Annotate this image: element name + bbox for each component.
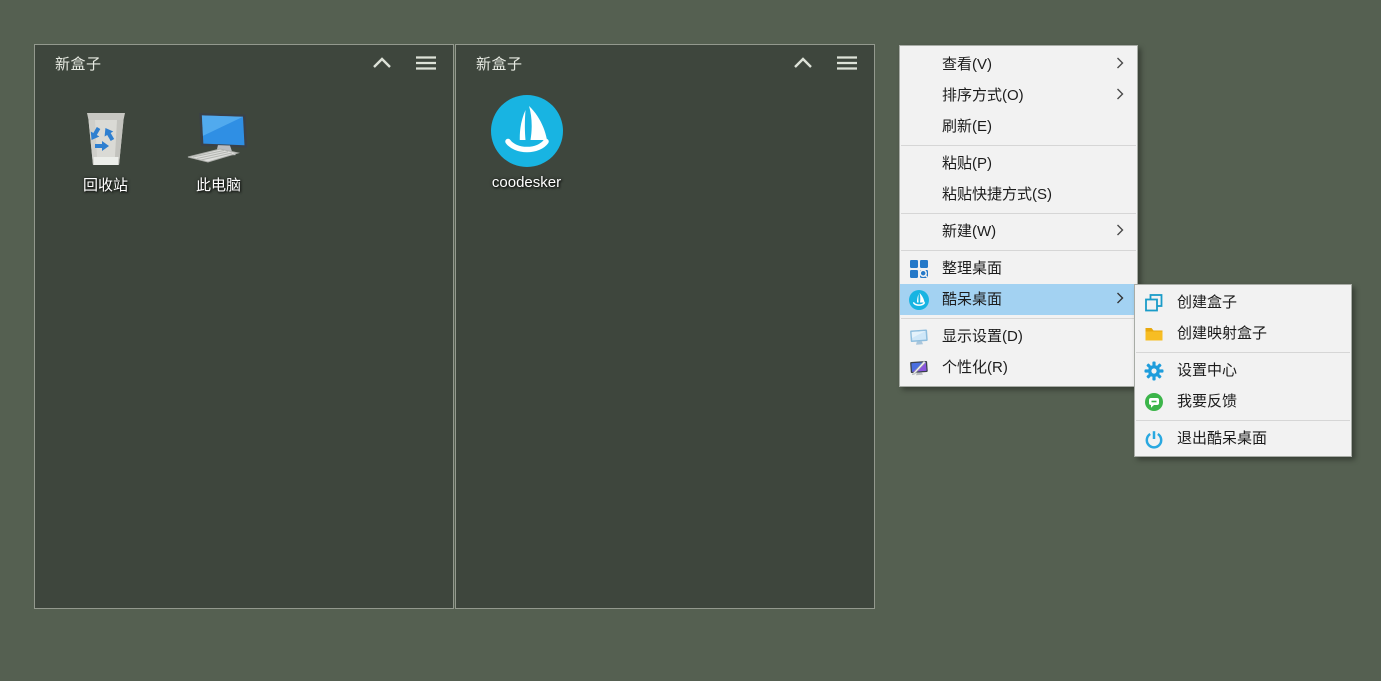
- submenu-arrow-icon: [1116, 216, 1124, 247]
- box-1-header: 新盒子: [35, 45, 453, 81]
- menu-item-label: 酷呆桌面: [942, 291, 1002, 308]
- menu-item-label: 创建映射盒子: [1177, 325, 1267, 342]
- submenu-item-exit-coodesker[interactable]: 退出酷呆桌面: [1135, 423, 1351, 454]
- menu-item-label: 个性化(R): [942, 359, 1008, 376]
- submenu-item-settings-center[interactable]: 设置中心: [1135, 355, 1351, 386]
- box-1-body: 回收站: [35, 81, 453, 195]
- personalize-icon: [909, 358, 929, 378]
- menu-item-label: 我要反馈: [1177, 393, 1237, 410]
- hamburger-icon[interactable]: [413, 51, 439, 75]
- menu-separator: [901, 250, 1136, 251]
- menu-item-coodesker[interactable]: 酷呆桌面: [900, 284, 1137, 315]
- submenu-arrow-icon: [1116, 80, 1124, 111]
- menu-item-organize-desktop[interactable]: 整理桌面: [900, 253, 1137, 284]
- menu-item-label: 排序方式(O): [942, 87, 1024, 104]
- menu-item-paste[interactable]: 粘贴(P): [900, 148, 1137, 179]
- icon-label: 回收站: [83, 174, 128, 195]
- coodesker-submenu: 创建盒子 创建映射盒子: [1134, 284, 1352, 457]
- menu-item-label: 刷新(E): [942, 118, 992, 135]
- menu-item-label: 整理桌面: [942, 260, 1002, 277]
- hamburger-icon[interactable]: [834, 51, 860, 75]
- desktop-icon-coodesker[interactable]: coodesker: [470, 91, 583, 191]
- desktop-box-2: 新盒子 coodesker: [455, 44, 875, 609]
- menu-item-label: 新建(W): [942, 223, 996, 240]
- menu-item-label: 粘贴(P): [942, 155, 992, 172]
- menu-item-label: 设置中心: [1177, 362, 1237, 379]
- submenu-arrow-icon: [1116, 284, 1124, 315]
- menu-item-label: 粘贴快捷方式(S): [942, 186, 1052, 203]
- menu-item-label: 查看(V): [942, 56, 992, 73]
- menu-item-label: 创建盒子: [1177, 294, 1237, 311]
- feedback-icon: [1144, 392, 1164, 412]
- settings-gear-icon: [1144, 361, 1164, 381]
- menu-item-view[interactable]: 查看(V): [900, 49, 1137, 80]
- desktop-icon-recycle-bin[interactable]: 回收站: [49, 91, 162, 195]
- recycle-bin-icon: [79, 91, 133, 167]
- coodesker-logo-icon: [491, 91, 563, 167]
- menu-item-refresh[interactable]: 刷新(E): [900, 111, 1137, 142]
- menu-item-paste-shortcut[interactable]: 粘贴快捷方式(S): [900, 179, 1137, 210]
- power-icon: [1144, 429, 1164, 449]
- icon-label: 此电脑: [196, 174, 241, 195]
- menu-item-sort-by[interactable]: 排序方式(O): [900, 80, 1137, 111]
- coodesker-icon: [909, 290, 929, 310]
- this-pc-icon: [186, 91, 252, 167]
- box-title: 新盒子: [55, 53, 102, 74]
- menu-item-label: 退出酷呆桌面: [1177, 430, 1267, 447]
- submenu-item-feedback[interactable]: 我要反馈: [1135, 386, 1351, 417]
- menu-separator: [1136, 420, 1350, 421]
- menu-item-new[interactable]: 新建(W): [900, 216, 1137, 247]
- submenu-item-create-mapped-box[interactable]: 创建映射盒子: [1135, 318, 1351, 349]
- submenu-item-create-box[interactable]: 创建盒子: [1135, 287, 1351, 318]
- display-settings-icon: [909, 327, 929, 347]
- desktop-box-1: 新盒子: [34, 44, 454, 609]
- mapped-box-folder-icon: [1144, 324, 1164, 344]
- context-menu: 查看(V) 排序方式(O) 刷新(E) 粘贴(P) 粘贴快捷方式(S) 新建(W…: [899, 45, 1138, 387]
- icon-label: coodesker: [492, 174, 561, 191]
- menu-separator: [901, 213, 1136, 214]
- box-title: 新盒子: [476, 53, 523, 74]
- menu-item-label: 显示设置(D): [942, 328, 1023, 345]
- organize-desktop-icon: [909, 259, 929, 279]
- menu-item-display-settings[interactable]: 显示设置(D): [900, 321, 1137, 352]
- box-2-body: coodesker: [456, 81, 874, 191]
- submenu-arrow-icon: [1116, 49, 1124, 80]
- desktop-icon-this-pc[interactable]: 此电脑: [162, 91, 275, 195]
- chevron-up-icon[interactable]: [790, 51, 816, 75]
- chevron-up-icon[interactable]: [369, 51, 395, 75]
- create-box-icon: [1144, 293, 1164, 313]
- menu-item-personalize[interactable]: 个性化(R): [900, 352, 1137, 383]
- menu-separator: [901, 145, 1136, 146]
- menu-separator: [901, 318, 1136, 319]
- menu-separator: [1136, 352, 1350, 353]
- box-2-header: 新盒子: [456, 45, 874, 81]
